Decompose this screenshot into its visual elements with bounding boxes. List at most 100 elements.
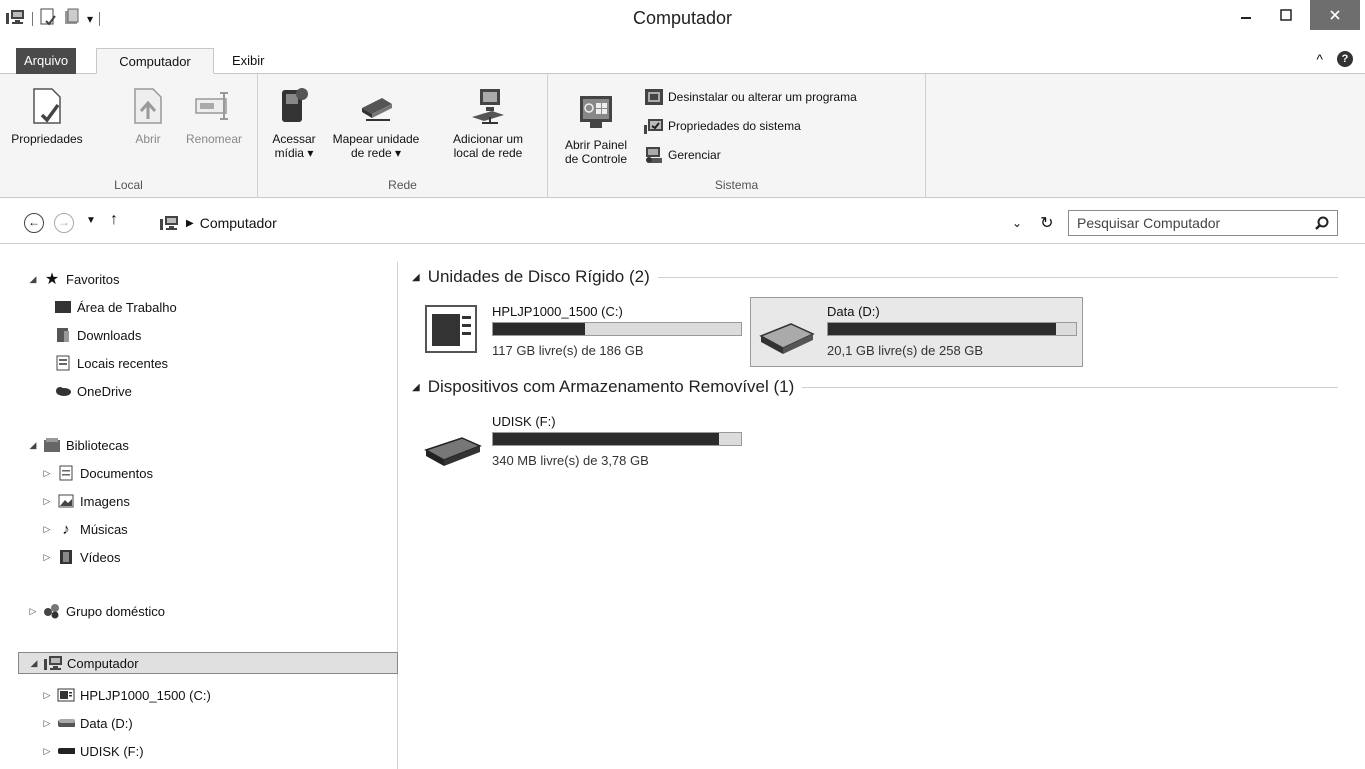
nav-onedrive[interactable]: OneDrive (54, 380, 132, 402)
expand-icon[interactable]: ▷ (42, 496, 52, 507)
nav-desktop[interactable]: Área de Trabalho (54, 296, 177, 318)
rename-button[interactable]: Renomear (176, 86, 252, 146)
nav-label: Data (D:) (80, 715, 133, 731)
maximize-button[interactable] (1266, 0, 1306, 30)
expand-icon[interactable]: ▷ (28, 606, 38, 617)
collapse-icon[interactable]: ◢ (412, 272, 420, 283)
breadcrumb-computer[interactable]: Computador (200, 215, 277, 231)
map-drive-label-2: de rede ▾ (350, 146, 402, 160)
drive-tile-f[interactable]: UDISK (F:) 340 MB livre(s) de 3,78 GB (420, 410, 750, 480)
expand-icon[interactable]: ▷ (42, 746, 52, 757)
group-system: Abrir Painel de Controle Desinstalar ou … (548, 74, 926, 198)
nav-drive-d[interactable]: ▷ Data (D:) (42, 712, 133, 734)
computer-icon (44, 655, 62, 671)
drive-space-text: 117 GB livre(s) de 186 GB (492, 343, 644, 358)
computer-icon (160, 216, 178, 230)
map-network-drive-button[interactable]: Mapear unidade de rede ▾ (326, 86, 426, 160)
group-label-network: Rede (388, 178, 417, 192)
nav-libraries[interactable]: ◢ Bibliotecas (28, 434, 129, 456)
add-network-location-button[interactable]: Adicionar um local de rede (438, 86, 538, 160)
search-input[interactable]: Pesquisar Computador (1068, 210, 1338, 236)
system-drive-icon (57, 687, 75, 703)
nav-favorites[interactable]: ◢ ★ Favoritos (28, 268, 120, 290)
nav-label: Documentos (80, 465, 153, 481)
nav-recent[interactable]: Locais recentes (54, 352, 168, 374)
tab-view[interactable]: Exibir (224, 48, 273, 74)
uninstall-program-button[interactable]: Desinstalar ou alterar um programa (644, 88, 857, 106)
control-panel-icon (576, 92, 616, 132)
section-removable[interactable]: ◢ Dispositivos com Armazenamento Removív… (412, 376, 1338, 398)
nav-computer[interactable]: ◢ Computador (18, 652, 398, 674)
collapse-icon[interactable]: ◢ (28, 274, 38, 285)
nav-videos[interactable]: ▷ Vídeos (42, 546, 121, 568)
control-panel-button[interactable]: Abrir Painel de Controle (552, 92, 640, 166)
recent-locations-icon[interactable]: ▼ (86, 215, 96, 226)
libraries-icon (43, 437, 61, 453)
section-divider (657, 276, 1338, 278)
nav-label: Vídeos (80, 549, 121, 565)
usb-drive-icon (422, 428, 484, 471)
back-button[interactable]: ← (24, 213, 44, 233)
nav-images[interactable]: ▷ Imagens (42, 490, 130, 512)
manage-button[interactable]: Gerenciar (644, 146, 721, 164)
drive-tile-c[interactable]: HPLJP1000_1500 (C:) 117 GB livre(s) de 1… (420, 298, 750, 368)
navigation-pane: ◢ ★ Favoritos Área de Trabalho Downloads… (18, 262, 398, 769)
nav-label: Computador (67, 655, 139, 671)
ribbon: Propriedades Abrir Renomear Local Acessa… (0, 74, 1365, 198)
minimize-button[interactable] (1226, 0, 1266, 30)
nav-music[interactable]: ▷ ♪ Músicas (42, 518, 128, 540)
title-bar: ▾ Computador (0, 0, 1365, 36)
forward-button[interactable]: → (54, 213, 74, 233)
maximize-icon (1280, 9, 1292, 21)
up-arrow-icon[interactable]: ↑ (110, 211, 118, 229)
collapse-icon[interactable]: ◢ (28, 440, 38, 451)
close-button[interactable] (1310, 0, 1360, 30)
images-icon (57, 493, 75, 509)
drive-name: Data (D:) (827, 304, 880, 319)
tab-computer[interactable]: Computador (96, 48, 214, 74)
drive-tile-d[interactable]: Data (D:) 20,1 GB livre(s) de 258 GB (750, 297, 1083, 367)
system-properties-button[interactable]: Propriedades do sistema (644, 117, 801, 135)
music-icon: ♪ (62, 520, 70, 538)
refresh-icon[interactable]: ↻ (1040, 213, 1053, 233)
map-drive-label: Mapear unidade (332, 132, 420, 146)
drive-usage-bar (492, 322, 742, 336)
nav-documents[interactable]: ▷ Documentos (42, 462, 153, 484)
expand-icon[interactable]: ▷ (42, 552, 52, 563)
homegroup-icon (43, 603, 61, 619)
collapse-icon[interactable]: ◢ (412, 382, 420, 393)
tab-file[interactable]: Arquivo (16, 48, 77, 74)
address-bar[interactable]: ▶ Computador (160, 211, 1060, 235)
hard-drive-icon (57, 715, 75, 731)
section-title: Dispositivos com Armazenamento Removível… (427, 377, 795, 396)
nav-drive-f[interactable]: ▷ UDISK (F:) (42, 740, 144, 762)
address-dropdown-icon[interactable]: ⌄ (1012, 216, 1022, 230)
nav-label: Área de Trabalho (77, 299, 177, 315)
expand-icon[interactable]: ▷ (42, 718, 52, 729)
nav-homegroup[interactable]: ▷ Grupo doméstico (28, 600, 165, 622)
access-media-button[interactable]: Acessar mídia ▾ (268, 86, 320, 160)
nav-downloads[interactable]: Downloads (54, 324, 141, 346)
expand-icon[interactable]: ▷ (42, 468, 52, 479)
collapse-ribbon-icon[interactable]: ^ (1316, 51, 1323, 67)
search-placeholder: Pesquisar Computador (1077, 215, 1221, 231)
expand-icon[interactable]: ▷ (42, 690, 52, 701)
properties-button[interactable]: Propriedades (4, 86, 90, 146)
system-properties-icon (644, 119, 663, 134)
manage-label: Gerenciar (668, 148, 721, 162)
drive-usage-bar (492, 432, 742, 446)
help-icon[interactable]: ? (1337, 51, 1353, 67)
collapse-icon[interactable]: ◢ (29, 658, 39, 669)
expand-icon[interactable]: ▷ (42, 524, 52, 535)
nav-drive-c[interactable]: ▷ HPLJP1000_1500 (C:) (42, 684, 211, 706)
system-properties-label: Propriedades do sistema (668, 119, 801, 133)
section-hard-drives[interactable]: ◢ Unidades de Disco Rígido (2) (412, 266, 1338, 288)
uninstall-label: Desinstalar ou alterar um programa (668, 90, 857, 104)
open-button[interactable]: Abrir (126, 86, 170, 146)
section-title: Unidades de Disco Rígido (2) (427, 267, 650, 286)
nav-label: Locais recentes (77, 355, 169, 371)
nav-label: HPLJP1000_1500 (C:) (80, 687, 211, 703)
system-drive-icon (424, 304, 480, 357)
navigation-bar: ← → ▼ ↑ ▶ Computador ⌄ ↻ Pesquisar Compu… (0, 205, 1365, 239)
breadcrumb-chevron-icon[interactable]: ▶ (186, 218, 194, 229)
